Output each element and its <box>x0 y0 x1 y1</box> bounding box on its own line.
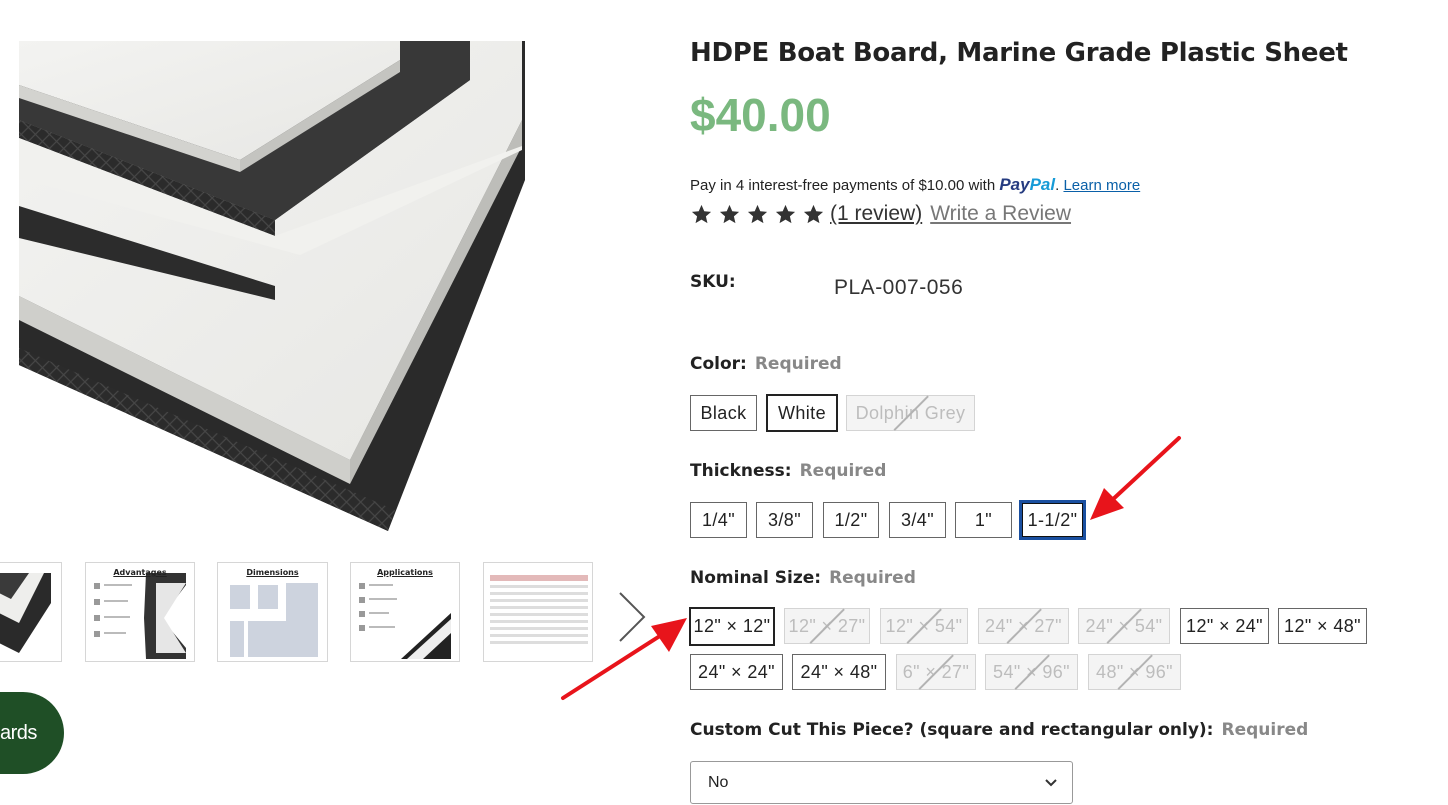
star-icon <box>803 204 824 223</box>
thumbnail-spec-table[interactable] <box>483 562 593 662</box>
rating-row: (1 review) Write a Review <box>690 202 1071 226</box>
product-title: HDPE Boat Board, Marine Grade Plastic Sh… <box>690 38 1348 68</box>
size-swatch-24x54[interactable]: 24" × 54" <box>1078 608 1170 644</box>
write-review-link[interactable]: Write a Review <box>930 202 1071 226</box>
paypal-installment-text: Pay in 4 interest-free payments of $10.0… <box>690 177 996 194</box>
required-indicator: Required <box>799 461 887 481</box>
custom-cut-select[interactable]: No <box>690 761 1073 804</box>
color-swatch-black[interactable]: Black <box>690 395 757 431</box>
chevron-right-icon[interactable] <box>612 590 652 644</box>
size-swatch-12x54[interactable]: 12" × 54" <box>880 608 968 644</box>
size-swatch-12x27[interactable]: 12" × 27" <box>784 608 870 644</box>
thickness-swatch-1[interactable]: 1" <box>955 502 1012 538</box>
chevron-down-icon <box>1045 779 1057 787</box>
star-icon <box>775 204 796 223</box>
review-count-link[interactable]: (1 review) <box>830 202 922 226</box>
star-icon <box>719 204 740 223</box>
thumbnail-advantages[interactable]: Advantages <box>85 562 195 662</box>
size-swatch-24x27[interactable]: 24" × 27" <box>978 608 1069 644</box>
product-price: $40.00 <box>690 89 831 141</box>
size-swatch-54x96[interactable]: 54" × 96" <box>985 654 1078 690</box>
thumbnail-caption: Dimensions <box>246 568 299 577</box>
rewards-button[interactable]: ards <box>0 692 64 774</box>
thumbnail-main-photo[interactable] <box>0 562 62 662</box>
thumbnail-applications[interactable]: Applications <box>350 562 460 662</box>
color-option-label: Color: Required <box>690 354 842 374</box>
thickness-swatch-1-4[interactable]: 1/4" <box>690 502 747 538</box>
thickness-swatch-3-4[interactable]: 3/4" <box>889 502 946 538</box>
thumbnail-dimensions[interactable]: Dimensions <box>217 562 328 662</box>
size-swatch-12x24[interactable]: 12" × 24" <box>1180 608 1269 644</box>
size-swatch-6x27[interactable]: 6" × 27" <box>896 654 976 690</box>
rewards-button-label: ards <box>0 721 37 744</box>
star-rating <box>690 203 825 226</box>
color-swatch-white[interactable]: White <box>766 394 838 432</box>
star-icon <box>691 204 712 223</box>
color-swatch-dolphin-grey[interactable]: Dolphin Grey <box>846 395 975 431</box>
required-indicator: Required <box>754 354 842 374</box>
size-swatch-24x48[interactable]: 24" × 48" <box>792 654 886 690</box>
size-swatch-48x96[interactable]: 48" × 96" <box>1088 654 1181 690</box>
thickness-swatch-3-8[interactable]: 3/8" <box>756 502 813 538</box>
thickness-option-label: Thickness: Required <box>690 461 887 481</box>
custom-cut-selected-value: No <box>708 773 729 791</box>
required-indicator: Required <box>829 568 916 588</box>
thumbnail-caption: Advantages <box>113 568 167 577</box>
sku-value: PLA-007-056 <box>834 276 964 299</box>
star-icon <box>747 204 768 223</box>
size-swatch-12x12[interactable]: 12" × 12" <box>689 607 775 646</box>
size-swatch-12x48[interactable]: 12" × 48" <box>1278 608 1367 644</box>
sku-label: SKU: <box>690 272 736 292</box>
thumbnail-strip: Advantages Dimensions Applications <box>0 560 610 664</box>
size-swatch-24x24[interactable]: 24" × 24" <box>690 654 783 690</box>
thickness-swatch-1-2[interactable]: 1/2" <box>823 502 879 538</box>
thumbnail-caption: Applications <box>377 568 433 577</box>
paypal-pay-later-message: Pay in 4 interest-free payments of $10.0… <box>690 175 1141 194</box>
paypal-learn-more-link[interactable]: Learn more <box>1063 177 1140 194</box>
thickness-swatch-1-1-2[interactable]: 1-1/2" <box>1019 500 1086 540</box>
product-main-image[interactable] <box>0 0 640 545</box>
required-indicator: Required <box>1221 720 1309 740</box>
nominal-size-option-label: Nominal Size: Required <box>690 568 916 588</box>
custom-cut-option-label: Custom Cut This Piece? (square and recta… <box>690 720 1309 740</box>
annotation-arrow-icon <box>1090 436 1181 520</box>
paypal-logo: PayPal <box>999 175 1056 194</box>
